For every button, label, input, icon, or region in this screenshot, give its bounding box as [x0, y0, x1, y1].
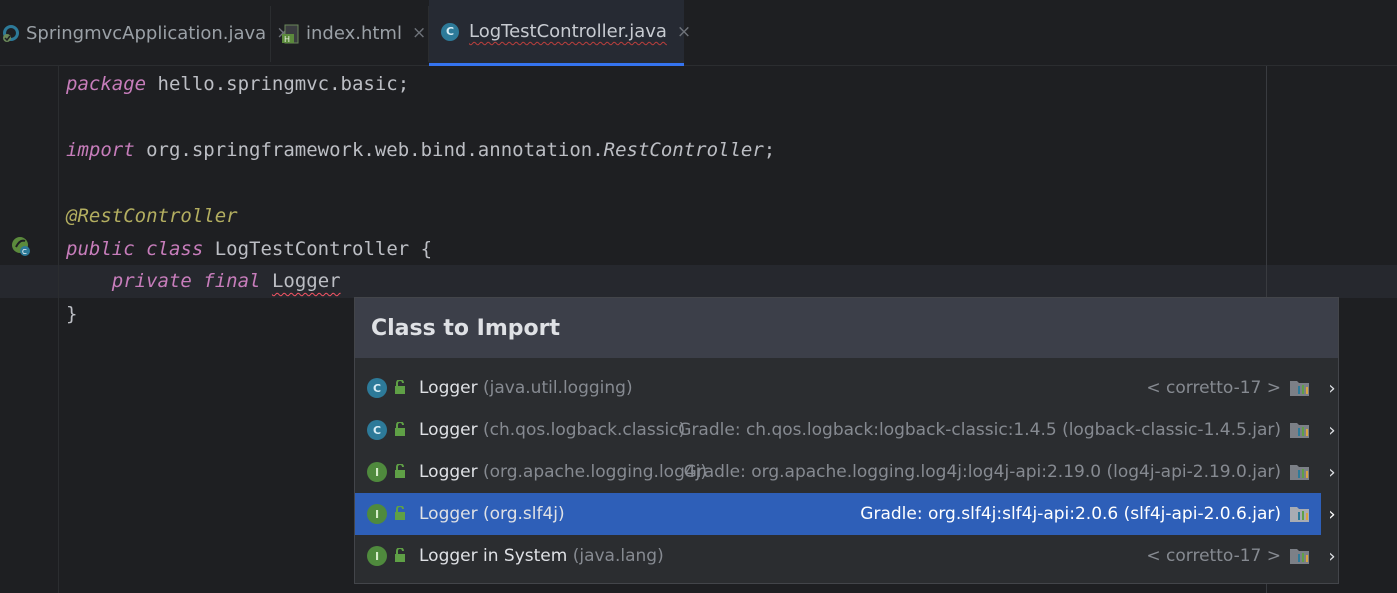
class-name: Logger (org.slf4j)	[419, 504, 565, 524]
code-line-5: @RestController	[66, 205, 238, 227]
interface-icon: I	[367, 504, 387, 524]
library-icon	[1289, 503, 1311, 523]
class-name: Logger	[419, 462, 478, 482]
tab-springmvc-application[interactable]: SpringmvcApplication.java ×	[0, 0, 290, 66]
lock-open-icon	[393, 547, 407, 567]
tab-label: index.html	[306, 22, 402, 44]
close-icon[interactable]: ×	[412, 23, 426, 43]
library-location: < corretto-17 >	[1146, 546, 1281, 566]
import-option-row[interactable]: C Logger (java.util.logging) < corretto-…	[355, 367, 1321, 409]
code-line-8: }	[66, 303, 78, 325]
package-name: (org.apache.logging.log4j)	[483, 462, 708, 482]
code-line-7: private final Logger	[111, 270, 341, 292]
code-line-1: package hello.springmvc.basic;	[66, 73, 410, 95]
package-name: (ch.qos.logback.classic)	[483, 420, 686, 440]
library-icon	[1289, 419, 1311, 439]
class-name: Logger in System	[419, 546, 568, 566]
lock-open-icon	[393, 421, 407, 441]
class-icon: C	[367, 378, 387, 398]
class-icon: C	[441, 22, 459, 41]
svg-text:H: H	[284, 35, 290, 44]
chevron-right-icon[interactable]: ›	[1325, 409, 1339, 451]
svg-text:C: C	[22, 248, 27, 256]
code-line-6: public class LogTestController {	[66, 238, 433, 260]
tab-index-html[interactable]: H index.html ×	[272, 0, 426, 66]
library-location: < corretto-17 >	[1146, 378, 1281, 398]
interface-icon: I	[367, 546, 387, 566]
popup-title: Class to Import	[355, 298, 1338, 358]
tab-label: SpringmvcApplication.java	[26, 22, 267, 44]
spring-class-icon	[2, 24, 20, 42]
editor-tab-bar: SpringmvcApplication.java × H index.html…	[0, 0, 1397, 66]
import-option-row[interactable]: I Logger in System (java.lang) < corrett…	[355, 535, 1321, 577]
spring-bean-gutter-icon[interactable]: C	[10, 235, 32, 257]
class-icon: C	[367, 420, 387, 440]
library-icon	[1289, 377, 1311, 397]
lock-open-icon	[393, 505, 407, 525]
library-icon	[1289, 545, 1311, 565]
library-location: Gradle: org.slf4j:slf4j-api:2.0.6 (slf4j…	[860, 504, 1281, 524]
import-option-row-selected[interactable]: I Logger (org.slf4j) Gradle: org.slf4j:s…	[355, 493, 1321, 535]
library-icon	[1289, 461, 1311, 481]
package-name: (java.lang)	[572, 546, 664, 566]
class-name: Logger	[419, 420, 478, 440]
lock-open-icon	[393, 463, 407, 483]
chevron-right-icon[interactable]: ›	[1325, 451, 1339, 493]
chevron-right-icon[interactable]: ›	[1325, 535, 1339, 577]
interface-icon: I	[367, 462, 387, 482]
chevron-right-icon[interactable]: ›	[1325, 367, 1339, 409]
class-to-import-popup: Class to Import C Logger (java.util.logg…	[354, 297, 1339, 584]
library-location: Gradle: ch.qos.logback:logback-classic:1…	[678, 420, 1281, 440]
class-name: Logger	[419, 378, 478, 398]
library-location: Gradle: org.apache.logging.log4j:log4j-a…	[683, 462, 1281, 482]
tab-label: LogTestController.java	[469, 21, 667, 42]
unresolved-symbol: Logger	[271, 270, 341, 292]
import-option-row[interactable]: C Logger (ch.qos.logback.classic) Gradle…	[355, 409, 1321, 451]
package-name: (java.util.logging)	[483, 378, 633, 398]
tab-log-test-controller[interactable]: C LogTestController.java ×	[429, 0, 691, 66]
gutter-divider	[58, 66, 59, 593]
html-file-icon: H	[282, 24, 300, 44]
code-line-3: import org.springframework.web.bind.anno…	[66, 139, 776, 161]
import-option-row[interactable]: I Logger (org.apache.logging.log4j) Grad…	[355, 451, 1321, 493]
chevron-right-icon[interactable]: ›	[1325, 493, 1339, 535]
lock-open-icon	[393, 379, 407, 399]
close-icon[interactable]: ×	[677, 22, 691, 42]
